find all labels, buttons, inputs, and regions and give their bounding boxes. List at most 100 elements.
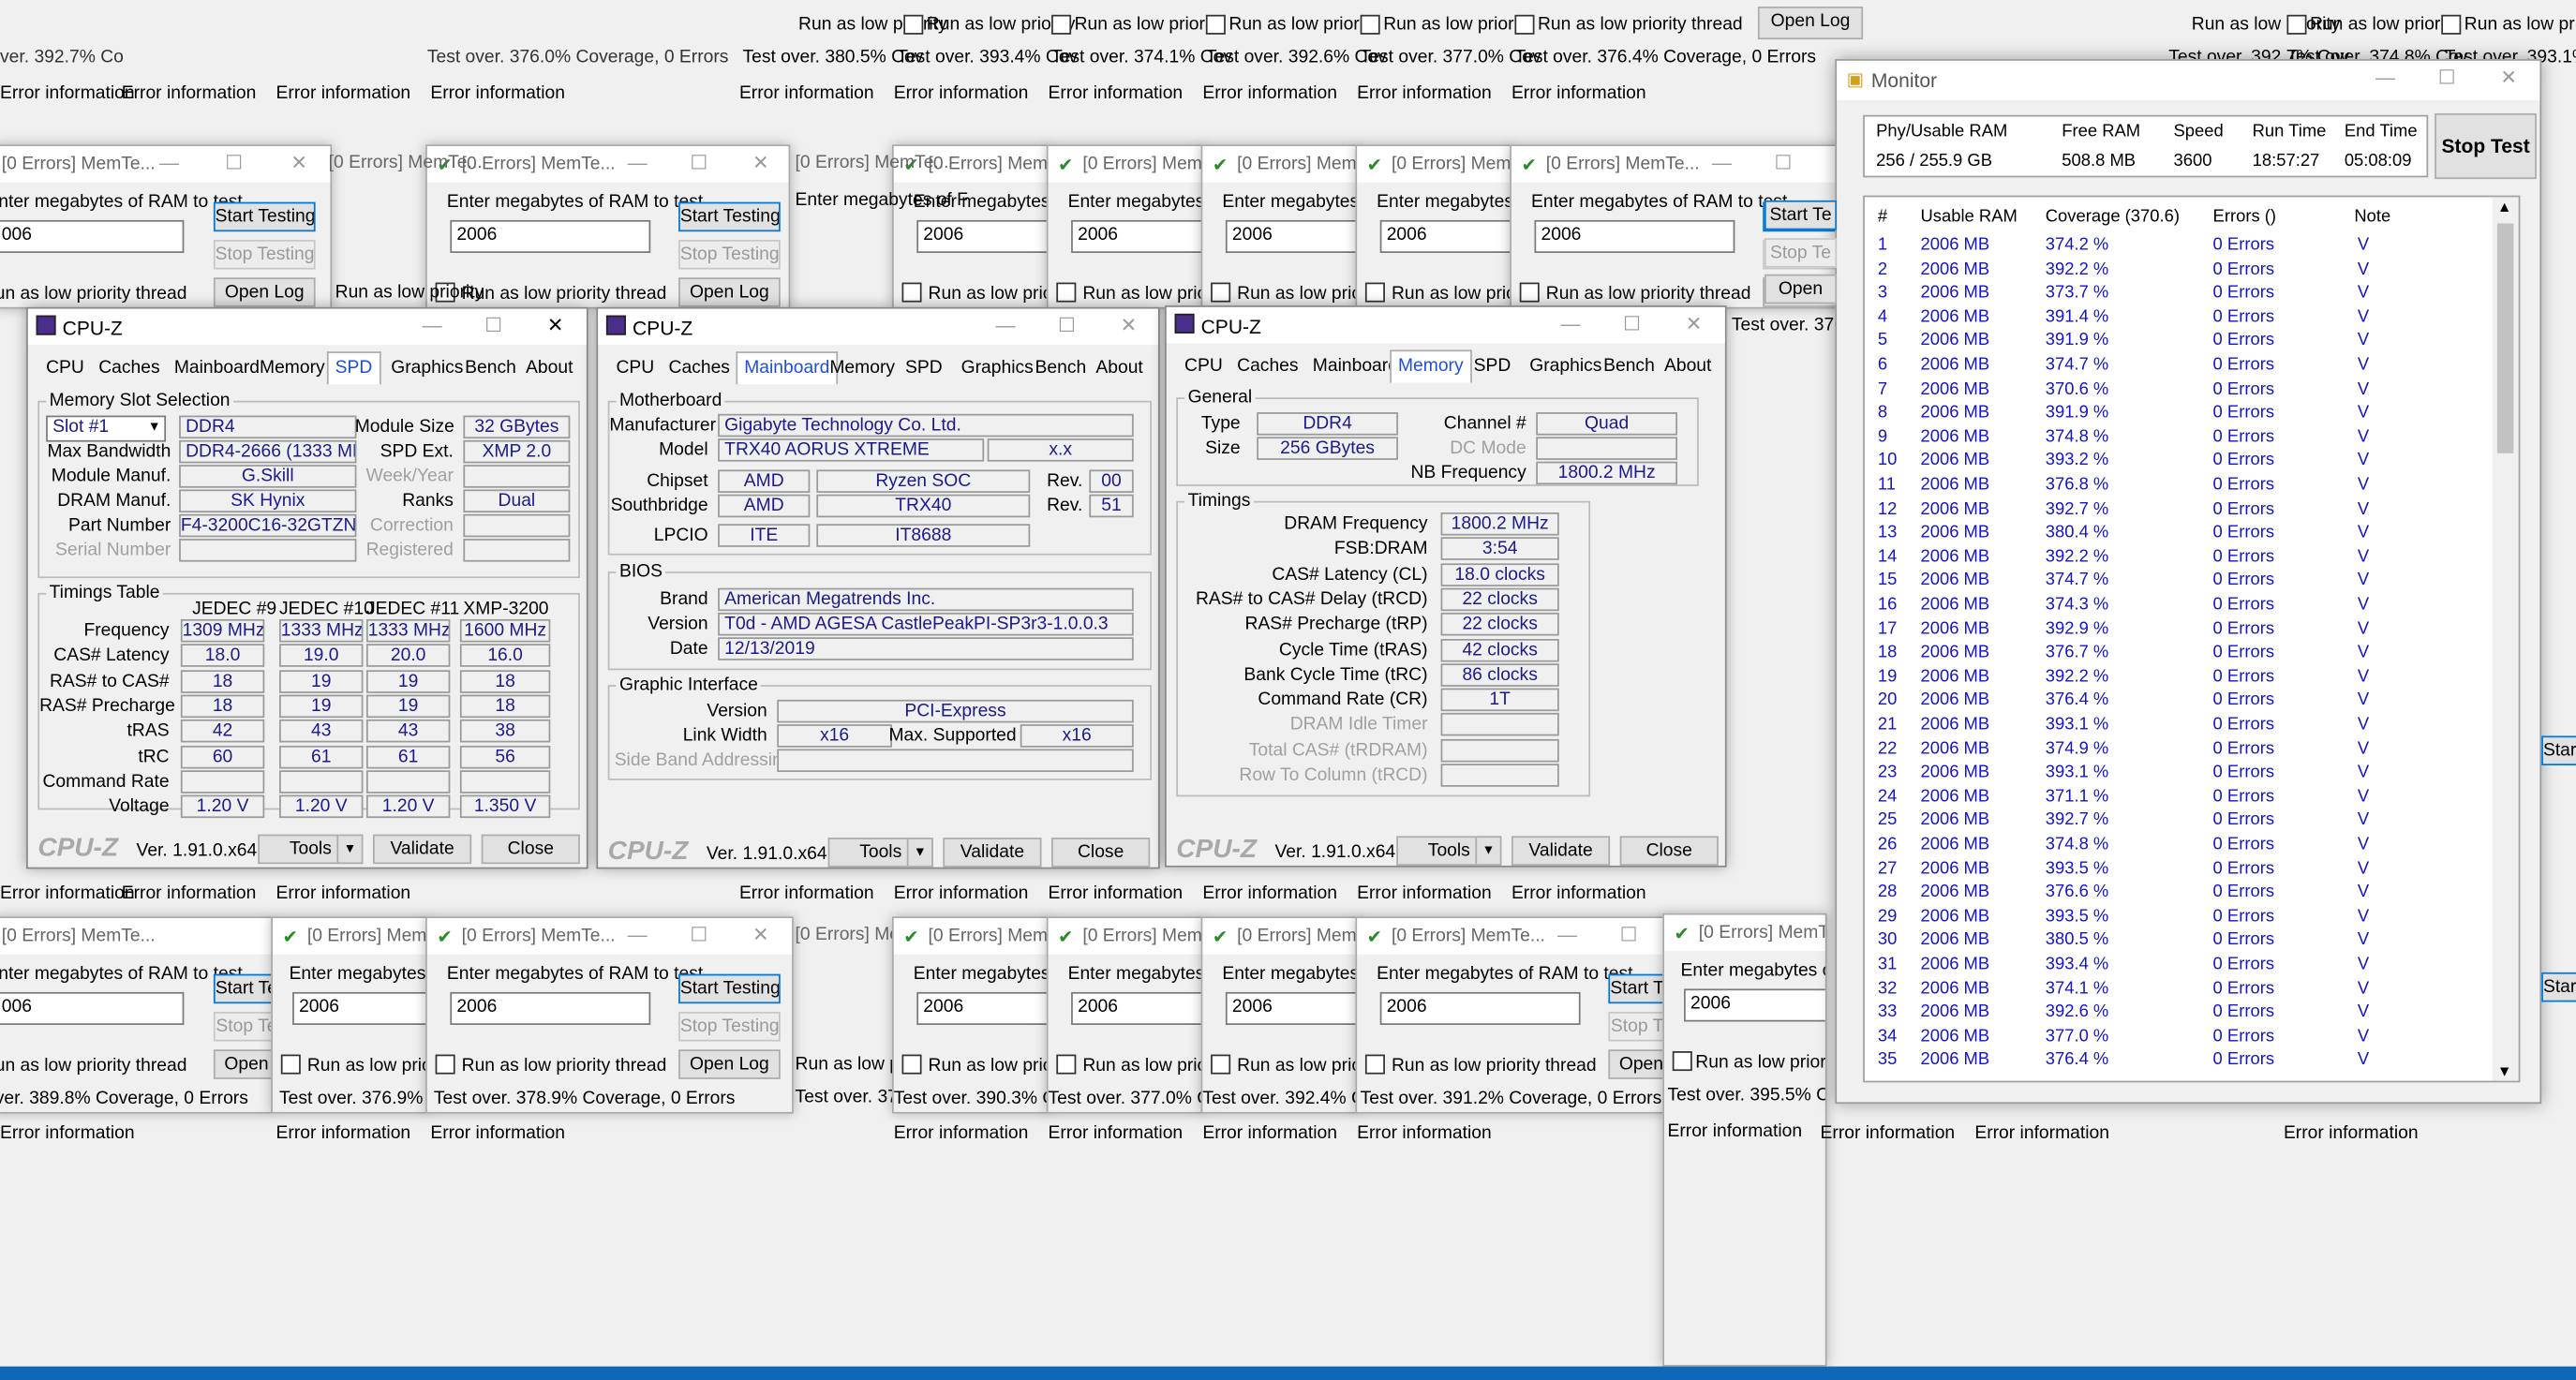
list-item[interactable]: 18 2006 MB 376.7 % 0 Errors V	[1865, 641, 2495, 665]
mb-input[interactable]: 2006	[1684, 988, 1825, 1022]
list-item[interactable]: 11 2006 MB 376.8 % 0 Errors V	[1865, 473, 2495, 497]
list-item[interactable]: 12 2006 MB 392.7 % 0 Errors V	[1865, 497, 2495, 522]
close-button[interactable]: Close	[1619, 836, 1719, 866]
mb-input[interactable]: 2006	[1534, 219, 1735, 253]
memtest-window[interactable]: ✔[0 Errors] MemTe... Enter megabytes of …	[891, 916, 1050, 1114]
chevron-up-icon[interactable]: ▲	[2497, 199, 2512, 215]
tab-spd[interactable]: SPD	[326, 351, 381, 385]
memtest-window[interactable]: ✔ [0 Errors] MemTe... — ☐ Enter megabytes o…	[1355, 916, 1668, 1114]
list-item[interactable]: 20 2006 MB 376.4 % 0 Errors V	[1865, 689, 2495, 713]
start-testing-button[interactable]: Start Te	[1608, 973, 1666, 1004]
priority-checkbox[interactable]	[903, 14, 924, 35]
list-item[interactable]: 2 2006 MB 392.2 % 0 Errors V	[1865, 258, 2495, 282]
maximize-icon[interactable]: ☐	[1058, 314, 1076, 337]
start-testing-button[interactable]: Start Testing	[213, 201, 316, 232]
tools-dropdown-button[interactable]: ▼	[1475, 836, 1502, 866]
mb-input[interactable]: 2006	[1225, 219, 1358, 253]
list-item[interactable]: 6 2006 MB 374.7 % 0 Errors V	[1865, 353, 2495, 378]
tab-caches[interactable]: Caches	[661, 351, 738, 384]
priority-checkbox[interactable]	[1205, 14, 1226, 35]
list-item[interactable]: 5 2006 MB 391.9 % 0 Errors V	[1865, 329, 2495, 353]
priority-checkbox[interactable]	[901, 1054, 922, 1075]
memtest-window[interactable]: ✔[0 Errors] MemTe... Enter megabytes of …	[1200, 144, 1359, 309]
stop-test-button[interactable]: Stop Test	[2435, 112, 2537, 180]
tab-cpu[interactable]: CPU	[37, 351, 92, 384]
scrollbar-thumb[interactable]	[2496, 223, 2514, 453]
cpuz-mainboard-window[interactable]: CPU-Z — ☐ ✕ CPU Caches Mainboard Memory SPD…	[596, 306, 1160, 869]
list-item[interactable]: 24 2006 MB 371.1 % 0 Errors V	[1865, 785, 2495, 809]
open-log-button[interactable]: Open	[1608, 1049, 1666, 1079]
monitor-window[interactable]: ▣ Monitor — ☐ ✕ Phy/Usable RAM 256 / 255.9 G…	[1835, 59, 2542, 1105]
minimize-icon[interactable]: —	[1561, 312, 1581, 335]
priority-checkbox[interactable]	[1211, 1054, 1231, 1075]
list-item[interactable]: 28 2006 MB 376.6 % 0 Errors V	[1865, 881, 2495, 905]
maximize-icon[interactable]: ☐	[484, 314, 502, 337]
list-item[interactable]: 25 2006 MB 392.7 % 0 Errors V	[1865, 809, 2495, 833]
validate-button[interactable]: Validate	[372, 834, 472, 865]
open-log-button[interactable]: Open	[1764, 274, 1838, 304]
memtest-window[interactable]: ✔ [0 Errors] MemTe... — ☐ ✕ Enter megabytes …	[425, 916, 794, 1114]
mb-input[interactable]: 2006	[450, 991, 651, 1025]
mb-input[interactable]: 2006	[916, 219, 1049, 253]
tab-cpu[interactable]: CPU	[1176, 349, 1230, 382]
tab-bench[interactable]: Bench	[1027, 351, 1094, 384]
maximize-icon[interactable]: ☐	[1623, 312, 1641, 335]
list-item[interactable]: 33 2006 MB 392.6 % 0 Errors V	[1865, 1001, 2495, 1025]
priority-checkbox[interactable]	[280, 1054, 301, 1075]
mb-input[interactable]: 2006	[1071, 991, 1203, 1025]
chevron-down-icon[interactable]: ▼	[2497, 1062, 2512, 1079]
list-item[interactable]: 26 2006 MB 374.8 % 0 Errors V	[1865, 833, 2495, 857]
list-item[interactable]: 21 2006 MB 393.1 % 0 Errors V	[1865, 713, 2495, 737]
list-item[interactable]: 22 2006 MB 374.9 % 0 Errors V	[1865, 736, 2495, 761]
list-item[interactable]: 14 2006 MB 392.2 % 0 Errors V	[1865, 545, 2495, 570]
priority-checkbox[interactable]	[1519, 282, 1540, 303]
cpuz-memory-window[interactable]: CPU-Z — ☐ ✕ CPU Caches Mainboard Memory SPD…	[1165, 305, 1727, 868]
list-item[interactable]: 31 2006 MB 393.4 % 0 Errors V	[1865, 953, 2495, 977]
start-testing-button[interactable]: Start Te	[2541, 735, 2576, 765]
tools-dropdown-button[interactable]: ▼	[906, 838, 933, 868]
close-button[interactable]: Close	[1051, 838, 1151, 868]
priority-checkbox[interactable]	[2441, 14, 2462, 35]
list-item[interactable]: 34 2006 MB 377.0 % 0 Errors V	[1865, 1025, 2495, 1049]
close-icon[interactable]: ✕	[1121, 314, 1138, 337]
close-button[interactable]: Close	[481, 834, 580, 865]
priority-checkbox[interactable]	[1514, 14, 1535, 35]
tab-bench[interactable]: Bench	[456, 351, 524, 384]
list-item[interactable]: 23 2006 MB 393.1 % 0 Errors V	[1865, 761, 2495, 785]
open-log-button[interactable]: Open Log	[678, 277, 781, 307]
mb-input[interactable]: 2006	[292, 991, 427, 1025]
priority-checkbox[interactable]	[1360, 14, 1380, 35]
tab-cpu[interactable]: CPU	[608, 351, 663, 384]
list-item[interactable]: 16 2006 MB 374.3 % 0 Errors V	[1865, 593, 2495, 617]
mb-input[interactable]: 006	[0, 991, 185, 1025]
open-log-button[interactable]: Open Log	[1757, 7, 1864, 40]
mb-input[interactable]: 2006	[1225, 991, 1358, 1025]
memtest-window[interactable]: ✔[0 Errors] MemTe... Enter megabytes of …	[1046, 144, 1205, 309]
priority-checkbox[interactable]	[1211, 282, 1231, 303]
scrollbar[interactable]: ▲ ▼	[2492, 197, 2519, 1081]
priority-checkbox[interactable]	[1672, 1051, 1692, 1072]
list-item[interactable]: 15 2006 MB 374.7 % 0 Errors V	[1865, 569, 2495, 593]
mb-input[interactable]: 2006	[916, 991, 1049, 1025]
priority-checkbox[interactable]	[901, 282, 922, 303]
memtest-window[interactable]: [0 Errors] MemTe... nter megabytes of RA…	[0, 916, 274, 1114]
mb-input[interactable]: 2006	[1071, 219, 1203, 253]
tab-memory[interactable]: Memory	[822, 351, 903, 384]
mb-input[interactable]: 2006	[450, 219, 651, 253]
list-item[interactable]: 13 2006 MB 380.4 % 0 Errors V	[1865, 521, 2495, 545]
minimize-icon[interactable]: —	[423, 314, 442, 337]
start-testing-button[interactable]: Start Te	[213, 973, 272, 1004]
minimize-icon[interactable]: —	[995, 314, 1015, 337]
tab-caches[interactable]: Caches	[1228, 349, 1306, 382]
tab-about[interactable]: About	[1656, 349, 1720, 382]
tab-spd[interactable]: SPD	[897, 351, 950, 384]
priority-checkbox[interactable]	[1051, 14, 1072, 35]
list-item[interactable]: 7 2006 MB 370.6 % 0 Errors V	[1865, 378, 2495, 402]
list-item[interactable]: 4 2006 MB 391.4 % 0 Errors V	[1865, 305, 2495, 330]
tools-dropdown-button[interactable]: ▼	[336, 834, 364, 865]
close-icon[interactable]: ✕	[547, 314, 564, 337]
close-icon[interactable]: ✕	[1686, 312, 1703, 335]
validate-button[interactable]: Validate	[943, 838, 1042, 868]
validate-button[interactable]: Validate	[1511, 836, 1611, 866]
priority-checkbox[interactable]	[1364, 1054, 1385, 1075]
